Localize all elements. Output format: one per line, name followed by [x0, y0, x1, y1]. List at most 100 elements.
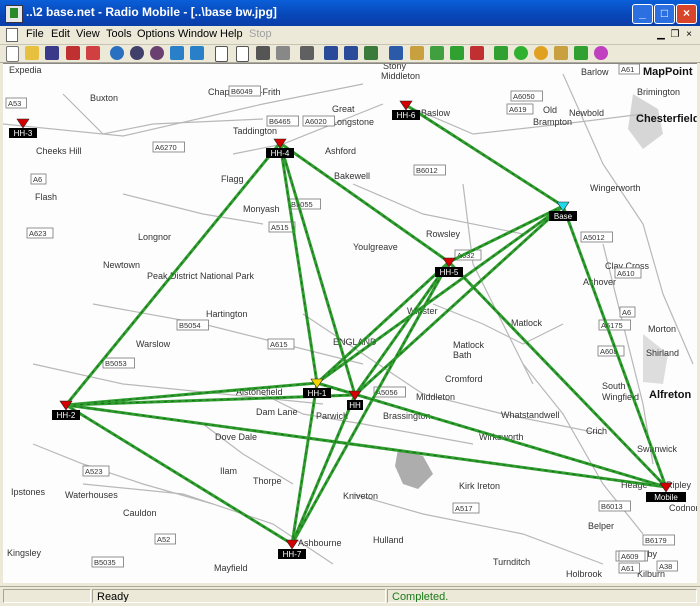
place-label: Turnditch: [493, 557, 530, 567]
road-number-label: A6050: [513, 92, 535, 101]
place-label: Wingerworth: [590, 183, 641, 193]
menu-stop[interactable]: Stop: [249, 28, 272, 40]
road-number-label: B5055: [291, 200, 313, 209]
place-label: Chesterfield: [636, 113, 697, 125]
save-icon[interactable]: [45, 46, 59, 60]
document-icon[interactable]: [6, 28, 18, 42]
tower-icon[interactable]: [494, 46, 508, 60]
menu-window[interactable]: Window: [178, 28, 217, 40]
place-label: MapPoint: [643, 66, 693, 78]
place-label: Kirk Ireton: [459, 481, 500, 491]
place-label: Monyash: [243, 204, 280, 214]
place-label: Bath: [453, 350, 472, 360]
menu-tools[interactable]: Tools: [106, 28, 132, 40]
merge-pictures-icon[interactable]: [150, 46, 164, 60]
page-copy-icon[interactable]: [236, 46, 249, 62]
place-label: Mayfield: [214, 563, 248, 573]
radio-link-icon[interactable]: [514, 46, 528, 60]
map-view[interactable]: ExpediaBuxtonChapel-en-le-FrithStonyMidd…: [3, 63, 697, 583]
back-icon[interactable]: [170, 46, 184, 60]
place-label: Middleton: [416, 392, 455, 402]
place-label: Bakewell: [334, 171, 370, 181]
unit-label[interactable]: HH-6: [397, 111, 416, 120]
unit-label[interactable]: HH-7: [283, 550, 302, 559]
place-label: Waterhouses: [65, 490, 118, 500]
globe-icon[interactable]: [594, 46, 608, 60]
unit-label[interactable]: Base: [554, 212, 573, 221]
unit-label[interactable]: HH-2: [57, 411, 76, 420]
place-label: Swanwick: [637, 444, 678, 454]
unit-properties-icon[interactable]: [86, 46, 100, 60]
unit-label[interactable]: HH-4: [271, 149, 290, 158]
open-icon[interactable]: [25, 46, 39, 60]
crop-icon[interactable]: [470, 46, 484, 60]
menu-edit[interactable]: Edit: [51, 28, 70, 40]
export-icon[interactable]: [256, 46, 270, 60]
place-label: Buxton: [90, 93, 118, 103]
road-number-label: A623: [29, 229, 47, 238]
unit-label[interactable]: HH-3: [14, 129, 33, 138]
mdi-minimize-button[interactable]: ▁: [654, 28, 668, 41]
map-canvas[interactable]: ExpediaBuxtonChapel-en-le-FrithStonyMidd…: [3, 64, 697, 583]
place-label: Holbrook: [566, 569, 603, 579]
place-label: Codnor: [669, 503, 697, 513]
place-label: South: [602, 381, 626, 391]
road-number-label: A61: [621, 65, 634, 74]
place-label: Shirland: [646, 348, 679, 358]
window-icon[interactable]: [389, 46, 403, 60]
title-bar: ..\2 base.net - Radio Mobile - [..\base …: [0, 0, 700, 26]
new-icon[interactable]: [6, 46, 19, 62]
menu-view[interactable]: View: [76, 28, 100, 40]
unit-label[interactable]: HH-5: [440, 268, 459, 277]
zoom-out-icon[interactable]: [430, 46, 444, 60]
road-number-label: B6179: [645, 536, 667, 545]
maximize-button[interactable]: □: [654, 4, 675, 24]
road-number-label: A5012: [583, 233, 605, 242]
place-label: Dove Dale: [215, 432, 257, 442]
place-label: Expedia: [9, 65, 42, 75]
menu-file[interactable]: File: [26, 28, 44, 40]
zoom-in-icon[interactable]: [410, 46, 424, 60]
place-label: Ipstones: [11, 487, 46, 497]
place-label: Matlock: [453, 340, 485, 350]
unit-label[interactable]: HH: [349, 401, 361, 410]
place-label: Taddington: [233, 126, 277, 136]
unit-label[interactable]: HH-1: [308, 389, 327, 398]
app-icon[interactable]: [5, 5, 23, 23]
map-properties-icon[interactable]: [130, 46, 144, 60]
paste-icon[interactable]: [344, 46, 358, 60]
place-label: Peak District National Park: [147, 271, 255, 281]
mdi-restore-button[interactable]: ❐: [668, 28, 682, 41]
minimize-button[interactable]: _: [632, 4, 653, 24]
menu-options[interactable]: Options: [137, 28, 175, 40]
menu-help[interactable]: Help: [220, 28, 243, 40]
menu-bar: File Edit View Tools Options Window Help…: [0, 26, 700, 45]
close-button[interactable]: ×: [676, 4, 697, 24]
place-label: Stony: [383, 64, 407, 71]
forward-icon[interactable]: [190, 46, 204, 60]
status-text: Ready: [92, 589, 386, 603]
road-number-label: A619: [509, 105, 527, 114]
area-coverage-icon[interactable]: [534, 46, 548, 60]
network-properties-icon[interactable]: [66, 46, 80, 60]
print-icon[interactable]: [300, 46, 314, 60]
place-label: Matlock: [511, 318, 543, 328]
picture-icon[interactable]: [364, 46, 378, 60]
copy-icon[interactable]: [324, 46, 338, 60]
place-label: Whatstandwell: [501, 410, 560, 420]
place-label: Longnor: [138, 232, 171, 242]
road-number-label: B6013: [601, 502, 623, 511]
place-label: Thorpe: [253, 476, 282, 486]
extend-icon[interactable]: [450, 46, 464, 60]
window-title: ..\2 base.net - Radio Mobile - [..\base …: [26, 5, 277, 19]
page-icon[interactable]: [215, 46, 228, 62]
route-icon[interactable]: [574, 46, 588, 60]
mdi-close-button[interactable]: ×: [682, 28, 696, 41]
polar-plot-icon[interactable]: [554, 46, 568, 60]
unit-label[interactable]: Mobile: [654, 493, 678, 502]
road-number-label: A53: [8, 99, 21, 108]
settings-icon[interactable]: [276, 46, 290, 60]
place-label: Ashford: [325, 146, 356, 156]
road-number-label: A523: [85, 467, 103, 476]
world-map-icon[interactable]: [110, 46, 124, 60]
